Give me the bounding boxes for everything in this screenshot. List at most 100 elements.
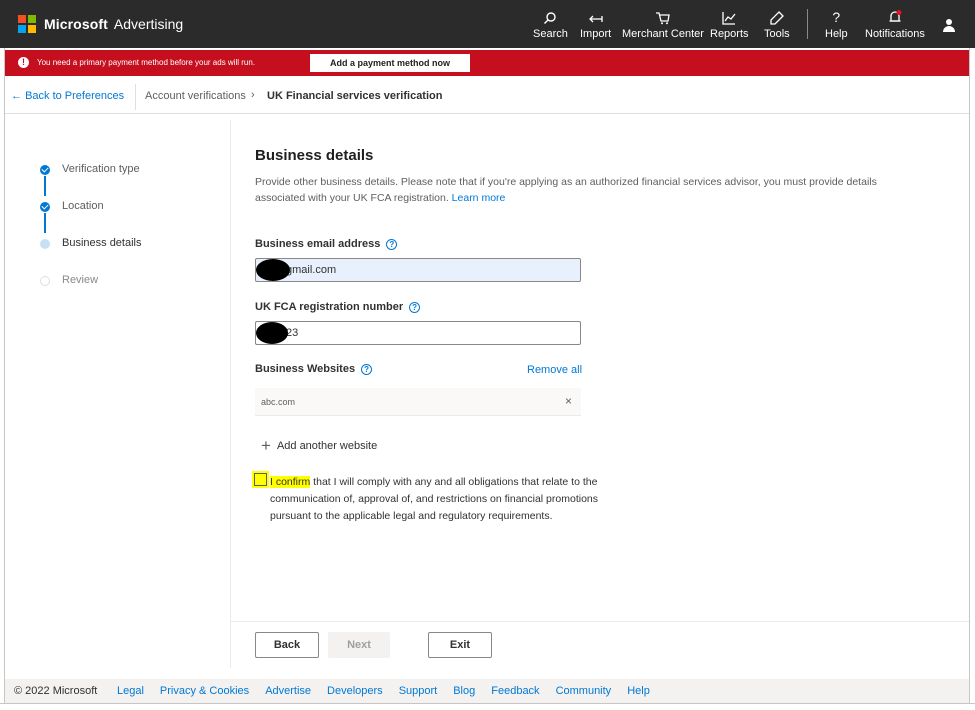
user-icon bbox=[942, 14, 956, 32]
screenshot-frame-left bbox=[0, 48, 5, 710]
footer-link-developers[interactable]: Developers bbox=[327, 685, 383, 697]
account-menu[interactable] bbox=[942, 14, 956, 50]
form-description: Provide other business details. Please n… bbox=[255, 175, 915, 206]
help-circle-icon[interactable]: ? bbox=[361, 363, 373, 375]
microsoft-advertising-logo[interactable]: Microsoft Advertising bbox=[18, 14, 183, 34]
step-label: Location bbox=[62, 200, 104, 212]
nav-notifications-label: Notifications bbox=[865, 28, 925, 40]
breadcrumb: ← Back to Preferences Account verificati… bbox=[5, 80, 969, 114]
chevron-right-icon: › bbox=[251, 89, 255, 101]
plus-icon: + bbox=[261, 436, 271, 455]
step-label: Verification type bbox=[62, 163, 140, 175]
fca-label-text: UK FCA registration number bbox=[255, 301, 404, 313]
step-connector bbox=[44, 176, 46, 196]
add-website-label: Add another website bbox=[276, 440, 378, 452]
step-label: Review bbox=[62, 274, 99, 286]
footer-link-blog[interactable]: Blog bbox=[453, 685, 475, 697]
website-row: abc.com × bbox=[255, 388, 581, 416]
nav-search[interactable]: Search bbox=[533, 7, 568, 43]
arrow-left-icon: ← bbox=[11, 90, 26, 102]
email-label: Business email address ? bbox=[255, 238, 398, 250]
confirm-text-rest: that I will comply with any and all obli… bbox=[270, 476, 599, 522]
step-complete-icon bbox=[40, 165, 50, 175]
help-circle-icon[interactable]: ? bbox=[386, 238, 398, 250]
footer-divider bbox=[231, 621, 969, 622]
banner-message: You need a primary payment method before… bbox=[37, 58, 256, 67]
screenshot-frame-bottom bbox=[0, 703, 975, 710]
cart-icon bbox=[655, 7, 671, 25]
sidebar-divider bbox=[230, 120, 231, 668]
microsoft-logo-icon bbox=[18, 15, 36, 33]
learn-more-link[interactable]: Learn more bbox=[452, 192, 506, 204]
websites-label-text: Business Websites bbox=[255, 363, 356, 375]
copyright: © 2022 Microsoft bbox=[14, 685, 98, 697]
page-footer: © 2022 Microsoft Legal Privacy & Cookies… bbox=[5, 679, 969, 703]
page-title: Business details bbox=[255, 147, 374, 164]
nav-merchant-center-label: Merchant Center bbox=[622, 28, 704, 40]
checkbox-square bbox=[254, 473, 267, 486]
nav-merchant-center[interactable]: Merchant Center bbox=[622, 7, 704, 43]
nav-search-label: Search bbox=[533, 28, 568, 40]
import-icon bbox=[588, 7, 604, 25]
step-complete-icon bbox=[40, 202, 50, 212]
back-button[interactable]: Back bbox=[255, 632, 319, 658]
nav-reports[interactable]: Reports bbox=[710, 7, 749, 43]
exit-button[interactable]: Exit bbox=[428, 632, 492, 658]
bell-icon bbox=[888, 7, 902, 25]
step-business-details[interactable]: Business details bbox=[40, 234, 210, 250]
nav-separator bbox=[807, 9, 808, 39]
step-verification-type[interactable]: Verification type bbox=[40, 160, 210, 176]
redaction-mark bbox=[256, 259, 290, 281]
next-button[interactable]: Next bbox=[328, 632, 390, 658]
confirm-statement: I confirm that I will comply with any an… bbox=[270, 474, 600, 525]
confirm-checkbox[interactable] bbox=[252, 471, 269, 488]
nav-import[interactable]: Import bbox=[580, 7, 611, 43]
websites-label: Business Websites ? bbox=[255, 363, 373, 375]
breadcrumb-current: UK Financial services verification bbox=[267, 90, 443, 102]
breadcrumb-divider bbox=[135, 84, 136, 110]
website-url: abc.com bbox=[261, 397, 296, 407]
footer-link-legal[interactable]: Legal bbox=[117, 685, 144, 697]
back-to-preferences-link[interactable]: ← Back to Preferences bbox=[11, 90, 124, 102]
step-review: Review bbox=[40, 271, 210, 287]
nav-reports-label: Reports bbox=[710, 28, 749, 40]
add-payment-method-button[interactable]: Add a payment method now bbox=[310, 54, 470, 72]
verification-stepper: Verification type Location Business deta… bbox=[40, 150, 210, 300]
nav-help-label: Help bbox=[825, 28, 848, 40]
step-location[interactable]: Location bbox=[40, 197, 210, 213]
footer-link-community[interactable]: Community bbox=[556, 685, 612, 697]
footer-link-help[interactable]: Help bbox=[627, 685, 650, 697]
nav-help[interactable]: ? Help bbox=[825, 7, 848, 43]
fca-registration-field[interactable]: 23 bbox=[255, 321, 581, 345]
payment-warning-banner: ! You need a primary payment method befo… bbox=[5, 50, 969, 76]
help-icon: ? bbox=[832, 9, 841, 25]
footer-link-support[interactable]: Support bbox=[399, 685, 438, 697]
tools-icon bbox=[770, 7, 784, 25]
step-current-icon bbox=[40, 239, 50, 249]
email-field[interactable]: gmail.com bbox=[255, 258, 581, 282]
footer-link-privacy[interactable]: Privacy & Cookies bbox=[160, 685, 249, 697]
screenshot-frame-right bbox=[969, 48, 975, 710]
nav-notifications[interactable]: Notifications bbox=[865, 7, 925, 43]
redaction-mark bbox=[256, 322, 288, 344]
email-value: gmail.com bbox=[286, 264, 337, 276]
footer-link-advertise[interactable]: Advertise bbox=[265, 685, 311, 697]
fca-label: UK FCA registration number ? bbox=[255, 301, 421, 313]
remove-all-link[interactable]: Remove all bbox=[527, 364, 582, 376]
add-website-button[interactable]: + Add another website bbox=[261, 436, 378, 455]
brand-product: Advertising bbox=[113, 16, 184, 32]
search-icon bbox=[543, 7, 557, 25]
close-icon[interactable]: × bbox=[565, 394, 572, 408]
step-connector bbox=[44, 213, 46, 233]
step-label: Business details bbox=[62, 237, 142, 249]
breadcrumb-account-verifications[interactable]: Account verifications bbox=[145, 90, 246, 102]
help-circle-icon[interactable]: ? bbox=[409, 301, 421, 313]
description-text: Provide other business details. Please n… bbox=[255, 176, 877, 204]
nav-tools-label: Tools bbox=[764, 28, 790, 40]
brand-company: Microsoft bbox=[44, 16, 108, 32]
reports-icon bbox=[722, 7, 736, 25]
footer-link-feedback[interactable]: Feedback bbox=[491, 685, 539, 697]
email-label-text: Business email address bbox=[255, 238, 381, 250]
step-pending-icon bbox=[40, 276, 50, 286]
nav-tools[interactable]: Tools bbox=[764, 7, 790, 43]
